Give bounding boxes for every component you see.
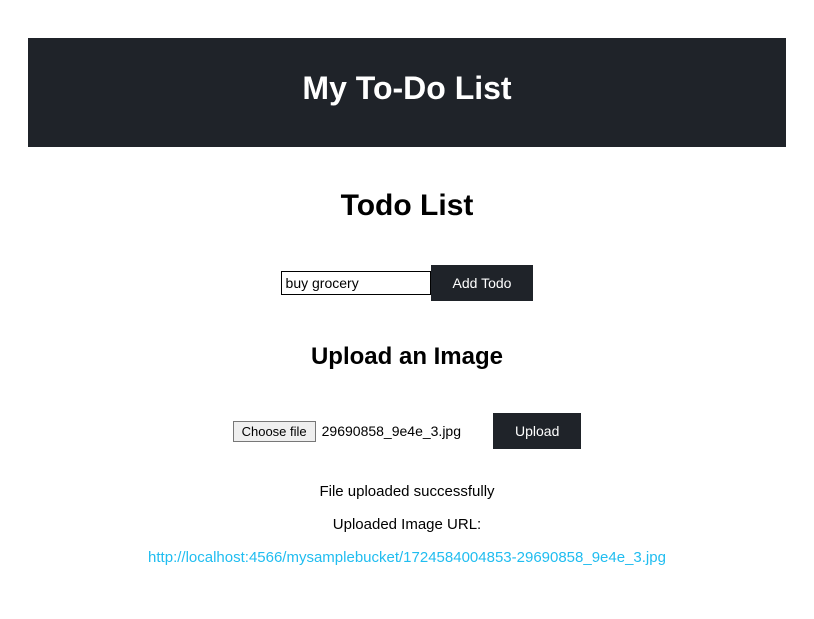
- choose-file-button[interactable]: Choose file: [233, 421, 316, 442]
- upload-row: Choose file 29690858_9e4e_3.jpg Upload: [0, 413, 814, 449]
- uploaded-url-link[interactable]: http://localhost:4566/mysamplebucket/172…: [148, 549, 666, 566]
- selected-file-name: 29690858_9e4e_3.jpg: [322, 423, 461, 439]
- main-content: Todo List Add Todo Upload an Image Choos…: [0, 147, 814, 567]
- todo-input-row: Add Todo: [0, 265, 814, 301]
- uploaded-url-label: Uploaded Image URL:: [0, 516, 814, 533]
- page-root: My To-Do List Todo List Add Todo Upload …: [0, 38, 814, 567]
- upload-section-title: Upload an Image: [0, 343, 814, 371]
- add-todo-button[interactable]: Add Todo: [431, 265, 534, 301]
- header-banner: My To-Do List: [28, 38, 786, 147]
- todo-input[interactable]: [281, 271, 431, 295]
- file-picker: Choose file 29690858_9e4e_3.jpg: [233, 421, 461, 442]
- todo-section-title: Todo List: [0, 189, 814, 223]
- upload-status-message: File uploaded successfully: [0, 483, 814, 500]
- upload-button[interactable]: Upload: [493, 413, 581, 449]
- page-title: My To-Do List: [28, 70, 786, 107]
